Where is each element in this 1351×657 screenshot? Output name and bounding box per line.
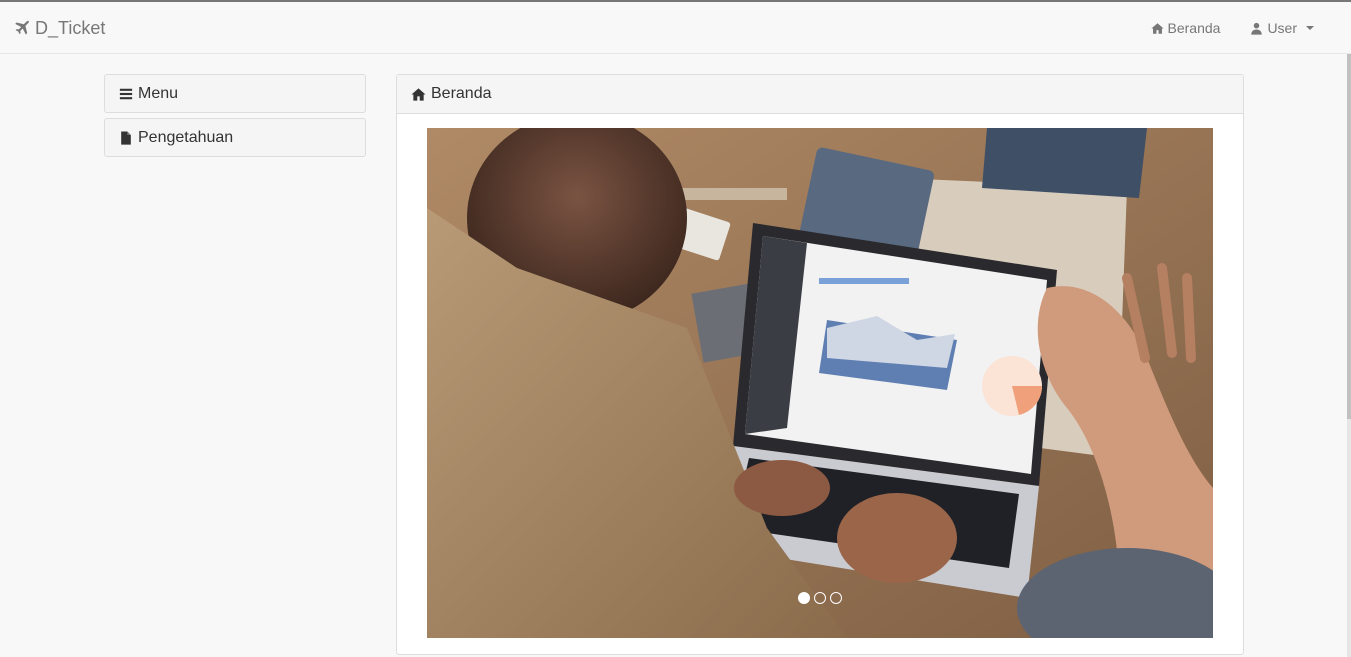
carousel-indicator-2[interactable] bbox=[814, 592, 826, 604]
home-icon bbox=[1150, 22, 1164, 34]
plane-icon bbox=[15, 20, 29, 35]
home-icon bbox=[411, 87, 426, 101]
user-dropdown-toggle[interactable]: User bbox=[1235, 2, 1329, 54]
nav-home-label: Beranda bbox=[1167, 20, 1221, 36]
carousel-indicator-3[interactable] bbox=[830, 592, 842, 604]
panel-title: Beranda bbox=[431, 85, 492, 102]
file-icon bbox=[121, 130, 131, 145]
main-panel: Beranda bbox=[396, 74, 1244, 655]
carousel-slide-image bbox=[427, 128, 1213, 638]
image-carousel[interactable] bbox=[427, 128, 1213, 638]
bars-icon bbox=[119, 88, 133, 99]
caret-down-icon bbox=[1306, 26, 1314, 30]
nav-home-link[interactable]: Beranda bbox=[1136, 2, 1236, 54]
user-menu-label: User bbox=[1267, 20, 1297, 36]
brand-link[interactable]: D_Ticket bbox=[14, 2, 105, 54]
navbar-right: Beranda User bbox=[1136, 2, 1330, 54]
carousel-indicator-1[interactable] bbox=[798, 592, 810, 604]
page-scrollbar[interactable] bbox=[1347, 54, 1351, 657]
panel-heading: Beranda bbox=[397, 75, 1243, 114]
sidebar-item-menu[interactable]: Menu bbox=[104, 74, 366, 113]
navbar: D_Ticket Beranda User bbox=[0, 2, 1351, 54]
carousel-indicators bbox=[427, 592, 1213, 604]
user-icon bbox=[1251, 22, 1263, 35]
sidebar-item-pengetahuan[interactable]: Pengetahuan bbox=[104, 118, 366, 157]
sidebar-item-label: Pengetahuan bbox=[138, 128, 234, 146]
brand-name: D_Ticket bbox=[35, 17, 106, 38]
sidebar-item-label: Menu bbox=[138, 84, 179, 102]
